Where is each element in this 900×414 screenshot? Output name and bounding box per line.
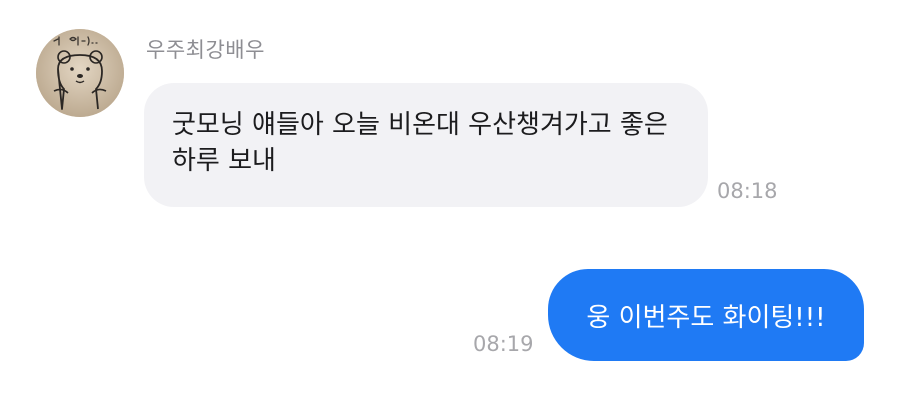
bear-sketch-icon	[36, 29, 124, 117]
chat-thread: 우주최강배우 굿모닝 얘들아 오늘 비온대 우산챙겨가고 좋은 하루 보내 08…	[0, 0, 900, 414]
sender-name[interactable]: 우주최강배우	[146, 34, 265, 64]
outgoing-message-bubble[interactable]: 웅 이번주도 화이팅!!!	[548, 269, 864, 361]
outgoing-message-time: 08:19	[473, 332, 534, 356]
incoming-message-text: 굿모닝 얘들아 오늘 비온대 우산챙겨가고 좋은 하루 보내	[172, 110, 668, 176]
incoming-message-bubble[interactable]: 굿모닝 얘들아 오늘 비온대 우산챙겨가고 좋은 하루 보내	[144, 83, 708, 207]
avatar[interactable]	[36, 29, 124, 117]
incoming-message-time: 08:18	[717, 179, 778, 203]
outgoing-message-text: 웅 이번주도 화이팅!!!	[586, 302, 826, 333]
